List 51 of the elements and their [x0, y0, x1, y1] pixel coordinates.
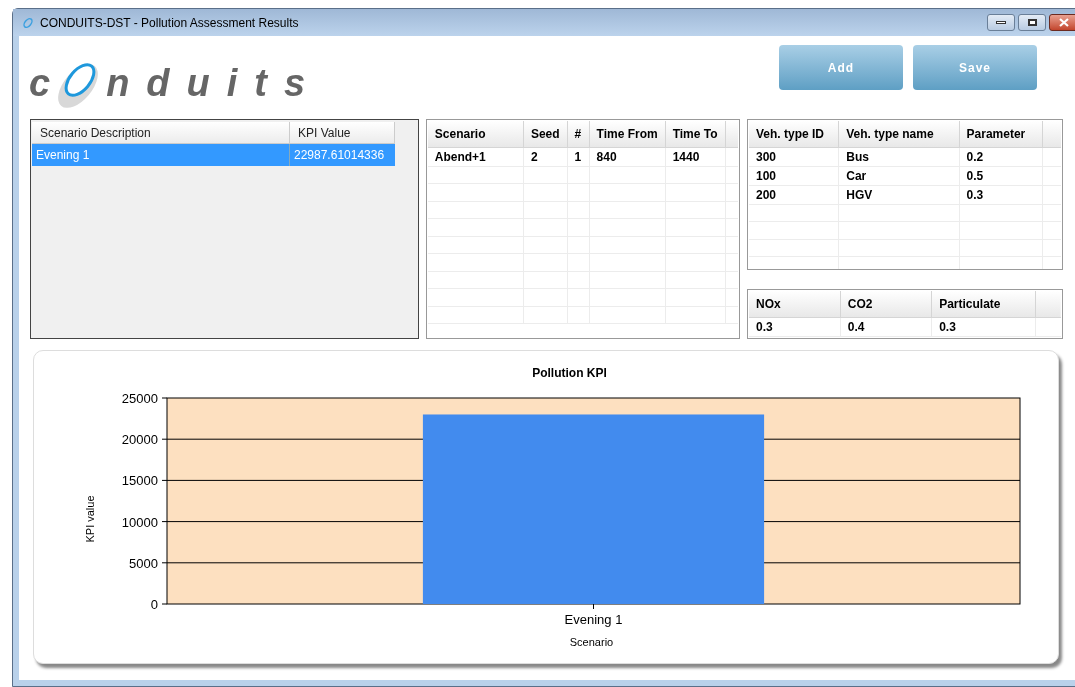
table-cell: Car	[838, 166, 960, 185]
axis-tick-label: 25000	[121, 391, 158, 406]
column-header[interactable]: #	[567, 121, 590, 147]
column-header[interactable]: KPI Value	[290, 122, 395, 143]
column-header[interactable]: Veh. type name	[838, 121, 960, 147]
table-cell: 1	[567, 147, 590, 166]
minimize-button[interactable]	[987, 14, 1015, 31]
column-header[interactable]: Scenario Description	[32, 122, 290, 143]
column-header[interactable]: Particulate	[931, 291, 1036, 317]
table-cell: Bus	[838, 147, 960, 166]
table-cell: HGV	[838, 185, 960, 204]
chart-title: Pollution KPI	[532, 366, 607, 380]
column-header[interactable]: CO2	[840, 291, 932, 317]
close-button[interactable]	[1049, 14, 1075, 31]
logo: c nduits	[29, 56, 323, 102]
column-header[interactable]: Time To	[665, 121, 726, 147]
list-cell: Evening 1	[32, 144, 290, 166]
table-cell: 0.5	[959, 166, 1043, 185]
table-cell: Abend+1	[427, 147, 524, 166]
table-cell: 840	[589, 147, 666, 166]
table-cell: 0.3	[931, 317, 1036, 336]
axis-tick-label: 5000	[129, 555, 158, 571]
axis-tick-label: 20000	[121, 432, 158, 448]
column-header[interactable]: NOx	[749, 291, 841, 317]
window-title: CONDUITS-DST - Pollution Assessment Results	[40, 14, 299, 32]
maximize-button[interactable]	[1018, 14, 1046, 31]
column-header[interactable]: Parameter	[959, 121, 1043, 147]
axis-tick-label: 15000	[121, 473, 158, 489]
table-cell: 100	[749, 166, 839, 185]
table-cell: 200	[749, 185, 839, 204]
axis-tick-label: 0	[150, 597, 158, 612]
maximize-icon	[1027, 19, 1037, 26]
table-cell: 0.3	[959, 185, 1043, 204]
table-cell: 2	[523, 147, 568, 166]
column-header[interactable]: Scenario	[427, 121, 524, 147]
column-header[interactable]: Veh. type ID	[749, 121, 839, 147]
axis-category-label: Evening 1	[564, 612, 623, 627]
axis-tick-label: 10000	[121, 514, 158, 530]
close-icon	[1059, 18, 1069, 27]
minimize-icon	[996, 21, 1006, 24]
table-cell: 0.4	[840, 317, 932, 336]
column-header[interactable]: Seed	[523, 121, 568, 147]
app-icon	[21, 16, 35, 29]
y-axis-title: KPI value	[84, 495, 96, 543]
list-cell-text: 22987.61014336	[293, 147, 386, 164]
table-cell: 300	[749, 147, 839, 166]
column-header[interactable]: Time From	[589, 121, 666, 147]
table-cell: 0.3	[749, 317, 841, 336]
table-cell: 1440	[665, 147, 726, 166]
table-cell: 0.2	[959, 147, 1043, 166]
x-axis-title: Scenario	[569, 636, 614, 648]
